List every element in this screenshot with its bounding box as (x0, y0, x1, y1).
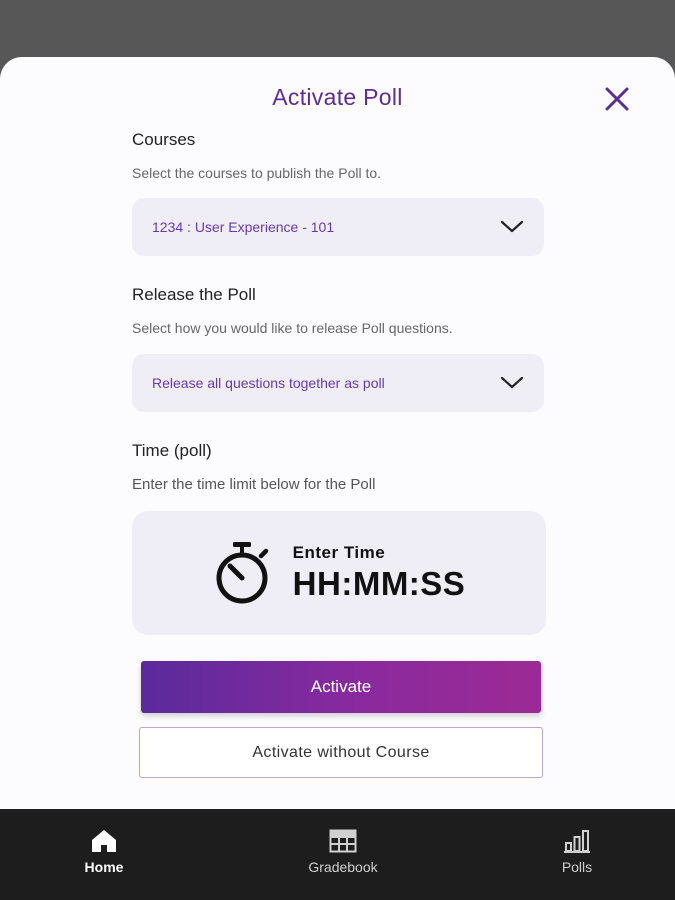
release-selected-value: Release all questions together as poll (152, 375, 385, 391)
chevron-down-icon (500, 220, 524, 233)
home-icon (92, 830, 116, 852)
release-dropdown[interactable]: Release all questions together as poll (132, 354, 544, 412)
stopwatch-icon (216, 542, 268, 604)
dialog-title: Activate Poll (272, 84, 403, 110)
close-icon (605, 87, 629, 111)
release-label: Release the Poll (132, 285, 256, 304)
nav-label-gradebook: Gradebook (308, 859, 378, 875)
activate-without-course-button[interactable]: Activate without Course (139, 727, 543, 778)
time-help-text: Enter the time limit below for the Poll (132, 476, 376, 493)
courses-label: Courses (132, 130, 196, 149)
time-input-value: HH:MM:SS (292, 565, 466, 602)
polls-icon (564, 830, 590, 853)
nav-label-polls: Polls (561, 859, 593, 875)
nav-item-polls[interactable]: Polls (517, 829, 637, 875)
bottom-navigation: Home Gradebook Polls (0, 809, 675, 900)
chevron-down-icon (500, 376, 524, 389)
gradebook-icon (329, 829, 357, 853)
courses-help-text: Select the courses to publish the Poll t… (132, 165, 382, 181)
courses-dropdown[interactable]: 1234 : User Experience - 101 (132, 198, 544, 256)
nav-item-gradebook[interactable]: Gradebook (283, 829, 403, 875)
close-button[interactable] (600, 84, 634, 114)
time-input[interactable]: Enter Time HH:MM:SS (132, 511, 546, 635)
time-label: Time (poll) (132, 441, 212, 460)
activate-button[interactable]: Activate (141, 661, 541, 713)
courses-selected-value: 1234 : User Experience - 101 (152, 219, 335, 235)
nav-item-home[interactable]: Home (44, 829, 164, 875)
time-input-label: Enter Time (292, 543, 386, 562)
nav-label-home: Home (84, 859, 124, 875)
release-help-text: Select how you would like to release Pol… (132, 320, 453, 336)
